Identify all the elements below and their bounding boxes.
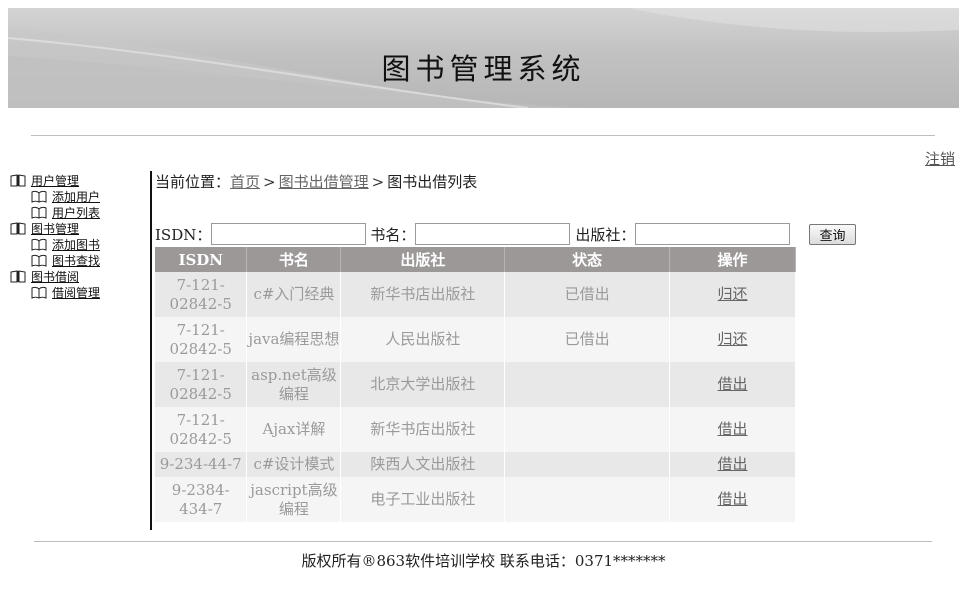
column-header-publisher: 出版社 <box>340 247 506 272</box>
lend-link[interactable]: 借出 <box>718 455 748 473</box>
header-banner: 图书管理系统 <box>8 8 959 108</box>
breadcrumb-separator: > <box>371 173 385 191</box>
lend-link[interactable]: 借出 <box>718 420 748 438</box>
cell-action: 借出 <box>669 362 796 407</box>
cell-publisher: 陕西人文出版社 <box>340 452 506 477</box>
lend-link[interactable]: 借出 <box>718 375 748 393</box>
sidebar-item-user-list[interactable]: 用户列表 <box>10 204 145 220</box>
open-book-icon <box>31 254 47 267</box>
borrow-table: ISDN 书名 出版社 状态 操作 7-121-02842-5 c#入门经典 新… <box>155 247 796 522</box>
table-row: 7-121-02842-5 c#入门经典 新华书店出版社 已借出 归还 <box>155 272 796 317</box>
cell-name: asp.net高级编程 <box>246 362 342 407</box>
column-header-action: 操作 <box>669 247 796 272</box>
table-row: 7-121-02842-5 java编程思想 人民出版社 已借出 归还 <box>155 317 796 362</box>
open-book-icon <box>31 286 47 299</box>
cell-status <box>504 362 671 407</box>
closed-book-icon <box>10 173 26 186</box>
table-row: 7-121-02842-5 Ajax详解 新华书店出版社 借出 <box>155 407 796 452</box>
cell-action: 借出 <box>669 477 796 522</box>
publisher-input[interactable] <box>635 223 791 245</box>
cell-status <box>504 477 671 522</box>
cell-isdn: 7-121-02842-5 <box>155 272 248 317</box>
cell-action: 借出 <box>669 407 796 452</box>
sidebar-item-add-user[interactable]: 添加用户 <box>10 188 145 204</box>
cell-isdn: 7-121-02842-5 <box>155 362 248 407</box>
column-header-status: 状态 <box>504 247 671 272</box>
sidebar-group-user-management[interactable]: 用户管理 <box>10 172 145 188</box>
sidebar-item-label: 添加图书 <box>52 237 101 252</box>
sidebar-group-label: 图书借阅 <box>31 269 80 284</box>
table-row: 7-121-02842-5 asp.net高级编程 北京大学出版社 借出 <box>155 362 796 407</box>
sidebar-item-label: 图书查找 <box>52 253 101 268</box>
sidebar-group-book-management[interactable]: 图书管理 <box>10 220 145 236</box>
sidebar-item-add-book[interactable]: 添加图书 <box>10 236 145 252</box>
cell-action: 归还 <box>669 272 796 317</box>
breadcrumb-prefix: 当前位置： <box>155 173 231 191</box>
cell-action: 归还 <box>669 317 796 362</box>
breadcrumb-section-link[interactable]: 图书出借管理 <box>279 173 369 191</box>
table-row: 9-2384-434-7 jascript高级编程 电子工业出版社 借出 <box>155 477 796 522</box>
book-name-input[interactable] <box>415 223 571 245</box>
breadcrumb-home-link[interactable]: 首页 <box>230 173 260 191</box>
open-book-icon <box>31 206 47 219</box>
cell-status <box>504 452 671 477</box>
logout-link[interactable]: 注销 <box>925 148 955 169</box>
cell-status <box>504 407 671 452</box>
closed-book-icon <box>10 269 26 282</box>
sidebar-item-label: 添加用户 <box>52 189 101 204</box>
sidebar-group-label: 图书管理 <box>31 221 80 236</box>
bottom-divider <box>34 541 932 542</box>
cell-name: c#设计模式 <box>246 452 342 477</box>
table-row: 9-234-44-7 c#设计模式 陕西人文出版社 借出 <box>155 452 796 477</box>
table-header-row: ISDN 书名 出版社 状态 操作 <box>155 247 796 272</box>
isdn-input[interactable] <box>211 223 367 245</box>
lend-link[interactable]: 借出 <box>718 490 748 508</box>
content-divider <box>150 171 152 530</box>
cell-isdn: 9-234-44-7 <box>155 452 248 477</box>
breadcrumb-separator: > <box>263 173 276 191</box>
cell-publisher: 北京大学出版社 <box>340 362 506 407</box>
search-button[interactable]: 查询 <box>809 224 856 245</box>
cell-status: 已借出 <box>504 317 671 362</box>
cell-isdn: 7-121-02842-5 <box>155 317 248 362</box>
cell-action: 借出 <box>669 452 796 477</box>
closed-book-icon <box>10 221 26 234</box>
footer-copyright: 版权所有®863软件培训学校 联系电话：0371******* <box>301 552 666 570</box>
sidebar-item-borrow-management[interactable]: 借阅管理 <box>10 284 145 300</box>
cell-publisher: 新华书店出版社 <box>340 407 506 452</box>
app-title: 图书管理系统 <box>381 52 586 86</box>
cell-name: java编程思想 <box>246 317 342 362</box>
cell-publisher: 新华书店出版社 <box>340 272 506 317</box>
sidebar-item-book-search[interactable]: 图书查找 <box>10 252 145 268</box>
breadcrumb-current: 图书出借列表 <box>387 173 478 191</box>
sidebar-group-label: 用户管理 <box>31 173 80 188</box>
column-header-name: 书名 <box>246 247 342 272</box>
cell-publisher: 人民出版社 <box>340 317 506 362</box>
sidebar-item-label: 用户列表 <box>52 205 101 220</box>
open-book-icon <box>31 190 47 203</box>
book-name-label: 书名： <box>370 225 416 244</box>
cell-name: c#入门经典 <box>246 272 342 317</box>
publisher-label: 出版社： <box>575 225 636 244</box>
cell-isdn: 7-121-02842-5 <box>155 407 248 452</box>
cell-isdn: 9-2384-434-7 <box>155 477 248 522</box>
cell-publisher: 电子工业出版社 <box>340 477 506 522</box>
cell-name: jascript高级编程 <box>246 477 342 522</box>
sidebar-group-book-borrowing[interactable]: 图书借阅 <box>10 268 145 284</box>
search-form: ISDN： 书名： 出版社： 查询 <box>155 222 856 246</box>
open-book-icon <box>31 238 47 251</box>
return-link[interactable]: 归还 <box>718 330 748 348</box>
cell-status: 已借出 <box>504 272 671 317</box>
breadcrumb: 当前位置：首页 > 图书出借管理 > 图书出借列表 <box>155 171 855 193</box>
top-divider <box>31 135 935 136</box>
column-header-isdn: ISDN <box>155 247 248 272</box>
cell-name: Ajax详解 <box>246 407 342 452</box>
main-content: 当前位置：首页 > 图书出借管理 > 图书出借列表 ISDN： 书名： 出版社： 查询 <box>155 171 856 245</box>
sidebar-menu: 用户管理 添加用户 用户列表 图书管理 添加图书 图书查找 图书借阅 借阅管理 <box>10 172 145 300</box>
sidebar-item-label: 借阅管理 <box>52 285 101 300</box>
isdn-label: ISDN： <box>155 225 212 244</box>
return-link[interactable]: 归还 <box>718 285 748 303</box>
